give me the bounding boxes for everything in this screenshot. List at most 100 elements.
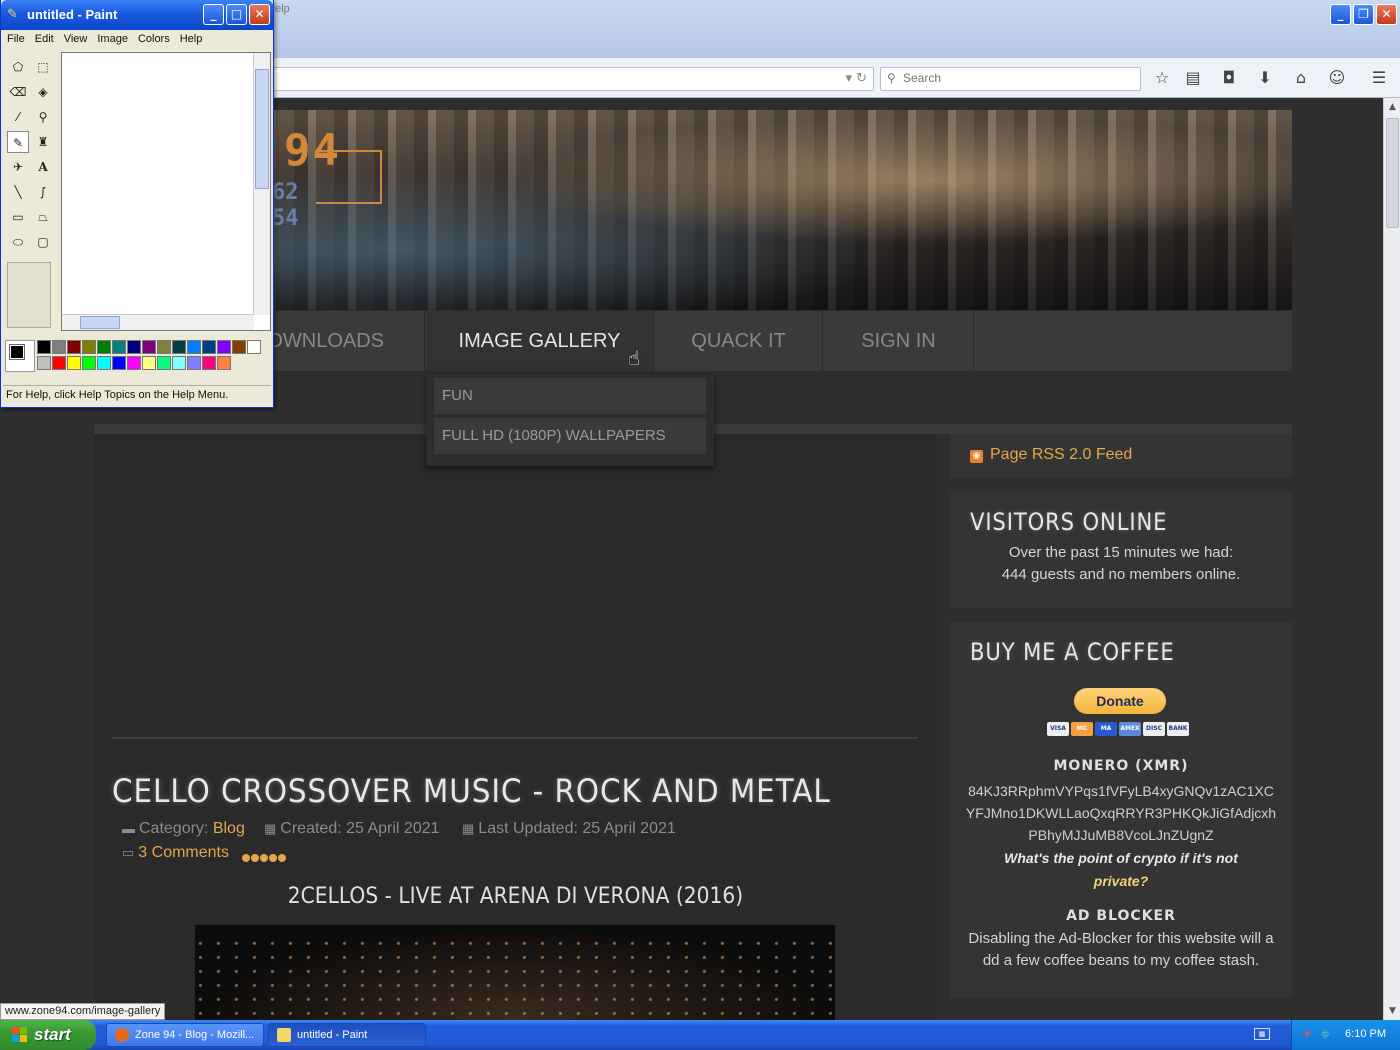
rss-link[interactable]: Page RSS 2.0 Feed bbox=[990, 446, 1132, 464]
chat-icon[interactable]: ☺ bbox=[1325, 67, 1349, 89]
ellipse-icon[interactable]: ⬭ bbox=[7, 231, 29, 253]
star-icon[interactable]: ☆ bbox=[1150, 67, 1174, 89]
color-swatch[interactable] bbox=[37, 356, 51, 370]
color-swatch[interactable] bbox=[127, 356, 141, 370]
reading-list-icon[interactable]: ▤ bbox=[1181, 67, 1205, 89]
pencil-icon[interactable]: ✎ bbox=[7, 131, 29, 153]
comments-link[interactable]: 3 Comments bbox=[138, 844, 229, 861]
security-icon[interactable]: ⛨ bbox=[1300, 1028, 1314, 1042]
canvas-vscroll[interactable] bbox=[253, 53, 270, 315]
color-swatch[interactable] bbox=[97, 356, 111, 370]
vscroll-thumb[interactable] bbox=[255, 69, 269, 189]
reload-icon[interactable]: ▾ ↻ bbox=[845, 71, 867, 86]
color-swatch[interactable] bbox=[67, 340, 81, 354]
color-swatch[interactable] bbox=[142, 356, 156, 370]
text-icon[interactable]: A bbox=[32, 156, 54, 178]
video-player[interactable] bbox=[195, 925, 835, 1020]
color-picker-icon[interactable]: ⁄ bbox=[7, 106, 29, 128]
tool-options[interactable] bbox=[7, 262, 51, 328]
paint-minimize-button[interactable]: _ bbox=[203, 4, 224, 25]
menu-file[interactable]: File bbox=[1, 30, 29, 45]
page-scrollbar[interactable]: ▲ ▼ bbox=[1383, 98, 1400, 1020]
color-swatch[interactable] bbox=[67, 356, 81, 370]
magnifier-icon[interactable]: ⚲ bbox=[32, 106, 54, 128]
menu-edit[interactable]: Edit bbox=[29, 30, 58, 45]
color-swatch[interactable] bbox=[157, 356, 171, 370]
menu-icon[interactable]: ☰ bbox=[1367, 67, 1391, 89]
close-button[interactable]: ✕ bbox=[1376, 4, 1397, 25]
minimize-button[interactable]: _ bbox=[1330, 4, 1351, 25]
color-swatch[interactable] bbox=[82, 340, 96, 354]
airbrush-icon[interactable]: ✈ bbox=[7, 156, 29, 178]
color-swatch[interactable] bbox=[247, 340, 261, 354]
paint-titlebar[interactable]: ✎ untitled - Paint _ □ ✕ bbox=[1, 0, 273, 30]
download-icon[interactable]: ⬇ bbox=[1253, 67, 1277, 89]
scroll-up-icon[interactable]: ▲ bbox=[1386, 100, 1399, 114]
rating-stars[interactable] bbox=[242, 851, 287, 865]
dropdown-item-wallpapers[interactable]: FULL HD (1080P) WALLPAPERS bbox=[434, 418, 706, 454]
color-swatch[interactable] bbox=[187, 340, 201, 354]
canvas-hscroll[interactable] bbox=[62, 314, 254, 330]
curve-icon[interactable]: ∫ bbox=[32, 181, 54, 203]
start-button[interactable]: start bbox=[0, 1020, 96, 1050]
color-swatch[interactable] bbox=[52, 340, 66, 354]
color-swatch[interactable] bbox=[37, 340, 51, 354]
quote-highlight: private? bbox=[1093, 873, 1149, 889]
nav-sign-in[interactable]: SIGN IN bbox=[824, 311, 974, 371]
color-swatch[interactable] bbox=[142, 340, 156, 354]
scroll-thumb[interactable] bbox=[1386, 118, 1399, 228]
pocket-icon[interactable]: ◘ bbox=[1217, 67, 1241, 89]
color-swatch[interactable] bbox=[217, 340, 231, 354]
clock[interactable]: 6:10 PM bbox=[1345, 1028, 1386, 1040]
color-swatch[interactable] bbox=[172, 356, 186, 370]
color-swatch[interactable] bbox=[232, 340, 246, 354]
category-link[interactable]: Blog bbox=[213, 820, 245, 837]
color-swatch[interactable] bbox=[112, 340, 126, 354]
scroll-down-icon[interactable]: ▼ bbox=[1386, 1004, 1399, 1018]
color-swatch[interactable] bbox=[172, 340, 186, 354]
color-swatch[interactable] bbox=[202, 356, 216, 370]
rectangle-icon[interactable]: ▭ bbox=[7, 206, 29, 228]
color-swatch[interactable] bbox=[217, 356, 231, 370]
polygon-icon[interactable]: ⏢ bbox=[32, 206, 54, 228]
fill-icon[interactable]: ◈ bbox=[32, 81, 54, 103]
keyboard-icon[interactable]: ▦ bbox=[1254, 1028, 1270, 1040]
color-swatch[interactable] bbox=[52, 356, 66, 370]
menu-image[interactable]: Image bbox=[91, 30, 132, 45]
task-firefox[interactable]: Zone 94 - Blog - Mozill... bbox=[106, 1023, 264, 1047]
nav-quack-it[interactable]: QUACK IT bbox=[655, 311, 823, 371]
home-icon[interactable]: ⌂ bbox=[1289, 67, 1313, 89]
color-swatch[interactable] bbox=[112, 356, 126, 370]
color-swatch[interactable] bbox=[202, 340, 216, 354]
search-input[interactable] bbox=[903, 71, 1133, 85]
menu-help[interactable]: Help bbox=[174, 30, 207, 45]
donate-button[interactable]: Donate bbox=[1074, 688, 1166, 714]
menu-view[interactable]: View bbox=[58, 30, 92, 45]
rounded-rect-icon[interactable]: ▢ bbox=[32, 231, 54, 253]
color-swatch[interactable] bbox=[127, 340, 141, 354]
url-bar[interactable]: ▾ ↻ bbox=[270, 67, 874, 91]
hscroll-thumb[interactable] bbox=[80, 316, 120, 329]
network-icon[interactable]: ⛗ bbox=[1318, 1028, 1332, 1042]
article-title[interactable]: CELLO CROSSOVER MUSIC - ROCK AND METAL bbox=[112, 772, 831, 810]
menu-colors[interactable]: Colors bbox=[132, 30, 174, 45]
brush-icon[interactable]: ♜ bbox=[32, 131, 54, 153]
restore-button[interactable]: ❐ bbox=[1353, 4, 1374, 25]
task-paint[interactable]: untitled - Paint bbox=[268, 1023, 426, 1047]
rect-select-icon[interactable]: ⬚ bbox=[32, 56, 54, 78]
paint-close-button[interactable]: ✕ bbox=[249, 4, 270, 25]
paint-maximize-button[interactable]: □ bbox=[226, 4, 247, 25]
line-icon[interactable]: ╲ bbox=[7, 181, 29, 203]
paint-canvas[interactable] bbox=[61, 52, 271, 331]
color-swatch[interactable] bbox=[187, 356, 201, 370]
color-swatches[interactable] bbox=[37, 340, 267, 372]
free-select-icon[interactable]: ⬠ bbox=[7, 56, 29, 78]
dropdown-item-fun[interactable]: FUN bbox=[434, 378, 706, 414]
search-box[interactable]: ⚲ bbox=[880, 67, 1141, 91]
color-swatch[interactable] bbox=[97, 340, 111, 354]
nav-image-gallery[interactable]: IMAGE GALLERY bbox=[426, 311, 654, 371]
monero-address[interactable]: 84KJ3RRphmVYPqs1fVFyLB4xyGNQv1zAC1XCYFJM… bbox=[965, 780, 1277, 846]
color-swatch[interactable] bbox=[82, 356, 96, 370]
eraser-icon[interactable]: ⌫ bbox=[7, 81, 29, 103]
color-swatch[interactable] bbox=[157, 340, 171, 354]
